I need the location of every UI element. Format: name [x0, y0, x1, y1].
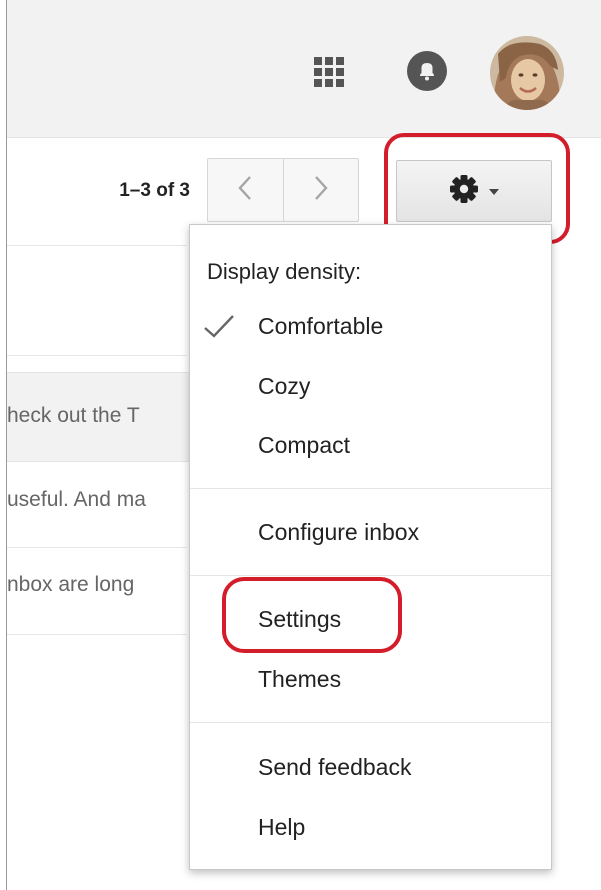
- settings-item[interactable]: Settings: [258, 606, 341, 633]
- next-page-button[interactable]: [282, 159, 359, 221]
- display-density-label: Display density:: [207, 259, 362, 284]
- prev-page-button[interactable]: [208, 159, 283, 221]
- checkmark-icon: [202, 312, 236, 340]
- menu-divider: [190, 488, 551, 489]
- themes-item[interactable]: Themes: [258, 666, 341, 693]
- caret-down-icon: [489, 182, 499, 200]
- apps-grid-icon[interactable]: [312, 55, 346, 89]
- menu-divider: [190, 575, 551, 576]
- chevron-left-icon: [237, 175, 253, 206]
- density-comfortable-option[interactable]: Comfortable: [258, 313, 383, 340]
- list-divider: [7, 245, 187, 246]
- help-item[interactable]: Help: [258, 814, 305, 841]
- list-divider: [7, 634, 187, 635]
- pagination-nav: [207, 158, 359, 222]
- email-snippet[interactable]: useful. And ma: [7, 488, 192, 512]
- density-compact-option[interactable]: Compact: [258, 432, 350, 459]
- settings-gear-button[interactable]: [396, 160, 552, 222]
- settings-dropdown-menu: Display density: Comfortable Cozy Compac…: [189, 224, 552, 870]
- density-cozy-option[interactable]: Cozy: [258, 373, 310, 400]
- chevron-right-icon: [313, 175, 329, 206]
- pagination-count: 1–3 of 3: [119, 180, 190, 201]
- list-divider: [7, 355, 187, 356]
- gear-icon: [449, 174, 479, 209]
- menu-divider: [190, 722, 551, 723]
- list-divider: [7, 547, 187, 548]
- send-feedback-item[interactable]: Send feedback: [258, 754, 411, 781]
- notifications-icon[interactable]: [406, 50, 448, 92]
- avatar[interactable]: [490, 36, 564, 110]
- top-bar: [7, 0, 601, 138]
- email-snippet[interactable]: nbox are long: [7, 573, 192, 597]
- configure-inbox-item[interactable]: Configure inbox: [258, 519, 419, 546]
- email-snippet[interactable]: heck out the T: [7, 404, 192, 428]
